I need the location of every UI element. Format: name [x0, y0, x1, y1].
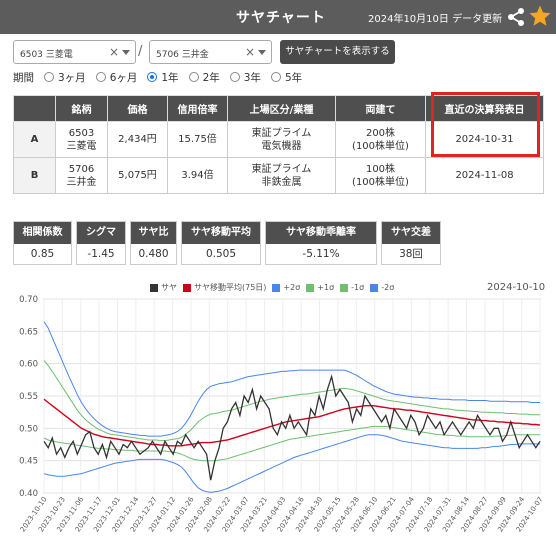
price-cell: 5,075円 [107, 157, 168, 194]
stat-spread-ratio: サヤ比 0.480 [130, 221, 177, 265]
hedge-unit: (100株単位) [352, 176, 409, 188]
table-header: 両建て [335, 95, 426, 122]
period-option-3y[interactable]: 3年 [229, 70, 261, 85]
stat-value: 0.85 [30, 248, 55, 260]
update-date: 2024年10月10日 データ更新 [368, 14, 503, 25]
stat-label: 相関係数 [14, 222, 71, 244]
row-label: A [13, 121, 56, 158]
credit-ratio-cell: 15.75倍 [167, 121, 228, 158]
table-header-row: 銘柄 価格 信用倍率 上場区分/業種 両建て 直近の決算発表日 [13, 95, 544, 122]
table-header: 上場区分/業種 [227, 95, 336, 122]
chevron-down-icon [258, 50, 266, 55]
minus-2sigma-line [43, 434, 540, 493]
stat-moving-average: サヤ移動平均 0.505 [181, 221, 261, 265]
market-cell: 東証プライム 電気機器 [227, 121, 336, 158]
y-tick-label: 0.65 [19, 327, 38, 337]
y-tick-label: 0.55 [19, 392, 38, 402]
period-option-2y[interactable]: 2年 [188, 70, 220, 85]
table-header: 直近の決算発表日 [425, 95, 544, 122]
earnings-date-cell: 2024-10-31 [425, 121, 544, 158]
table-row: A 6503 三菱電 2,434円 15.75倍 東証プライム 電気機器 200株(… [13, 121, 544, 158]
stat-label: サヤ移動平均 [182, 222, 260, 244]
stock-code: 5706 [68, 163, 95, 175]
table-header-blank [13, 95, 56, 122]
selector-separator: / [138, 44, 143, 59]
price-cell: 2,434円 [107, 121, 168, 158]
radio-icon[interactable] [44, 72, 54, 82]
radio-icon[interactable] [95, 72, 106, 82]
show-chart-button[interactable]: サヤチャートを表示する [280, 40, 395, 64]
radio-selected-icon[interactable] [147, 72, 158, 82]
credit-ratio-cell: 3.94倍 [167, 157, 228, 194]
stat-value: 0.505 [205, 248, 237, 260]
period-option-1y[interactable]: 1年 [147, 70, 179, 85]
period-selector: 期間 3ヶ月 6ヶ月 1年 2年 3年 5年 [13, 69, 312, 85]
stat-label: サヤ比 [131, 222, 176, 244]
stock-b-select[interactable]: 5706 三井金 × [149, 40, 272, 64]
stat-correlation: 相関係数 0.85 [13, 221, 72, 265]
radio-icon[interactable] [188, 72, 199, 82]
stat-label: シグマ [77, 222, 125, 244]
period-option-6m[interactable]: 6ヶ月 [95, 70, 137, 85]
stock-cell[interactable]: 6503 三菱電 [55, 121, 108, 158]
market: 東証プライム [251, 163, 312, 175]
stat-value: -1.45 [87, 248, 115, 260]
hedge-cell: 200株 (100株単位) [335, 121, 426, 158]
y-tick-label: 0.60 [19, 360, 38, 370]
y-tick-label: 0.45 [19, 457, 38, 467]
y-tick-label: 0.40 [19, 489, 38, 499]
stat-sigma: シグマ -1.45 [76, 221, 126, 265]
row-label: B [13, 157, 56, 194]
stat-crossings: サヤ交差 38回 [381, 221, 441, 265]
hedge-cell: 100株 (100株単位) [335, 157, 426, 194]
earnings-date-cell: 2024-11-08 [425, 157, 544, 194]
stat-value: 38回 [399, 248, 423, 260]
radio-icon[interactable] [270, 72, 281, 82]
clear-stock-a-icon[interactable]: × [109, 45, 119, 59]
hedge-shares: 100株 [365, 163, 396, 175]
chevron-down-icon [122, 50, 130, 55]
stock-name: 三井金 [66, 176, 97, 188]
stock-a-value: 6503 三菱電 [20, 50, 73, 60]
stat-value: 0.480 [138, 248, 169, 260]
stat-label: サヤ移動乖離率 [266, 222, 376, 244]
y-tick-label: 0.70 [19, 295, 38, 305]
sector: 電気機器 [261, 140, 302, 152]
radio-icon[interactable] [229, 72, 240, 82]
header-bar: サヤチャート 2024年10月10日 データ更新 [0, 0, 556, 34]
clear-stock-b-icon[interactable]: × [245, 45, 255, 59]
market: 東証プライム [251, 127, 312, 139]
period-label: 期間 [13, 71, 34, 84]
stock-name: 三菱電 [66, 140, 97, 152]
table-row: B 5706 三井金 5,075円 3.94倍 東証プライム 非鉄金属 100株 (1… [13, 157, 544, 194]
period-option-3m[interactable]: 3ヶ月 [44, 70, 86, 85]
market-cell: 東証プライム 非鉄金属 [227, 157, 336, 194]
y-tick-label: 0.50 [19, 424, 38, 434]
minus-1sigma-line [43, 425, 540, 462]
stat-label: サヤ交差 [382, 222, 440, 244]
star-icon[interactable] [528, 4, 552, 28]
stat-deviation-rate: サヤ移動乖離率 -5.11% [265, 221, 377, 265]
share-icon[interactable] [506, 7, 526, 27]
stock-comparison-table: 銘柄 価格 信用倍率 上場区分/業種 両建て 直近の決算発表日 A 6503 三菱… [13, 95, 544, 194]
table-header: 価格 [107, 95, 168, 122]
stock-b-value: 5706 三井金 [156, 50, 209, 60]
hedge-shares: 200株 [365, 127, 396, 139]
stock-a-select[interactable]: 6503 三菱電 × [13, 40, 136, 64]
page-title: サヤチャート [236, 10, 326, 26]
stock-code: 6503 [68, 127, 95, 139]
hedge-unit: (100株単位) [352, 140, 409, 152]
table-header: 信用倍率 [167, 95, 228, 122]
table-header: 銘柄 [55, 95, 108, 122]
stock-cell[interactable]: 5706 三井金 [55, 157, 108, 194]
stat-value: -5.11% [302, 248, 340, 260]
sector: 非鉄金属 [261, 176, 302, 188]
period-option-5y[interactable]: 5年 [270, 70, 302, 85]
spread-chart: 0.700.650.600.550.500.450.402023-10-1020… [19, 295, 545, 533]
